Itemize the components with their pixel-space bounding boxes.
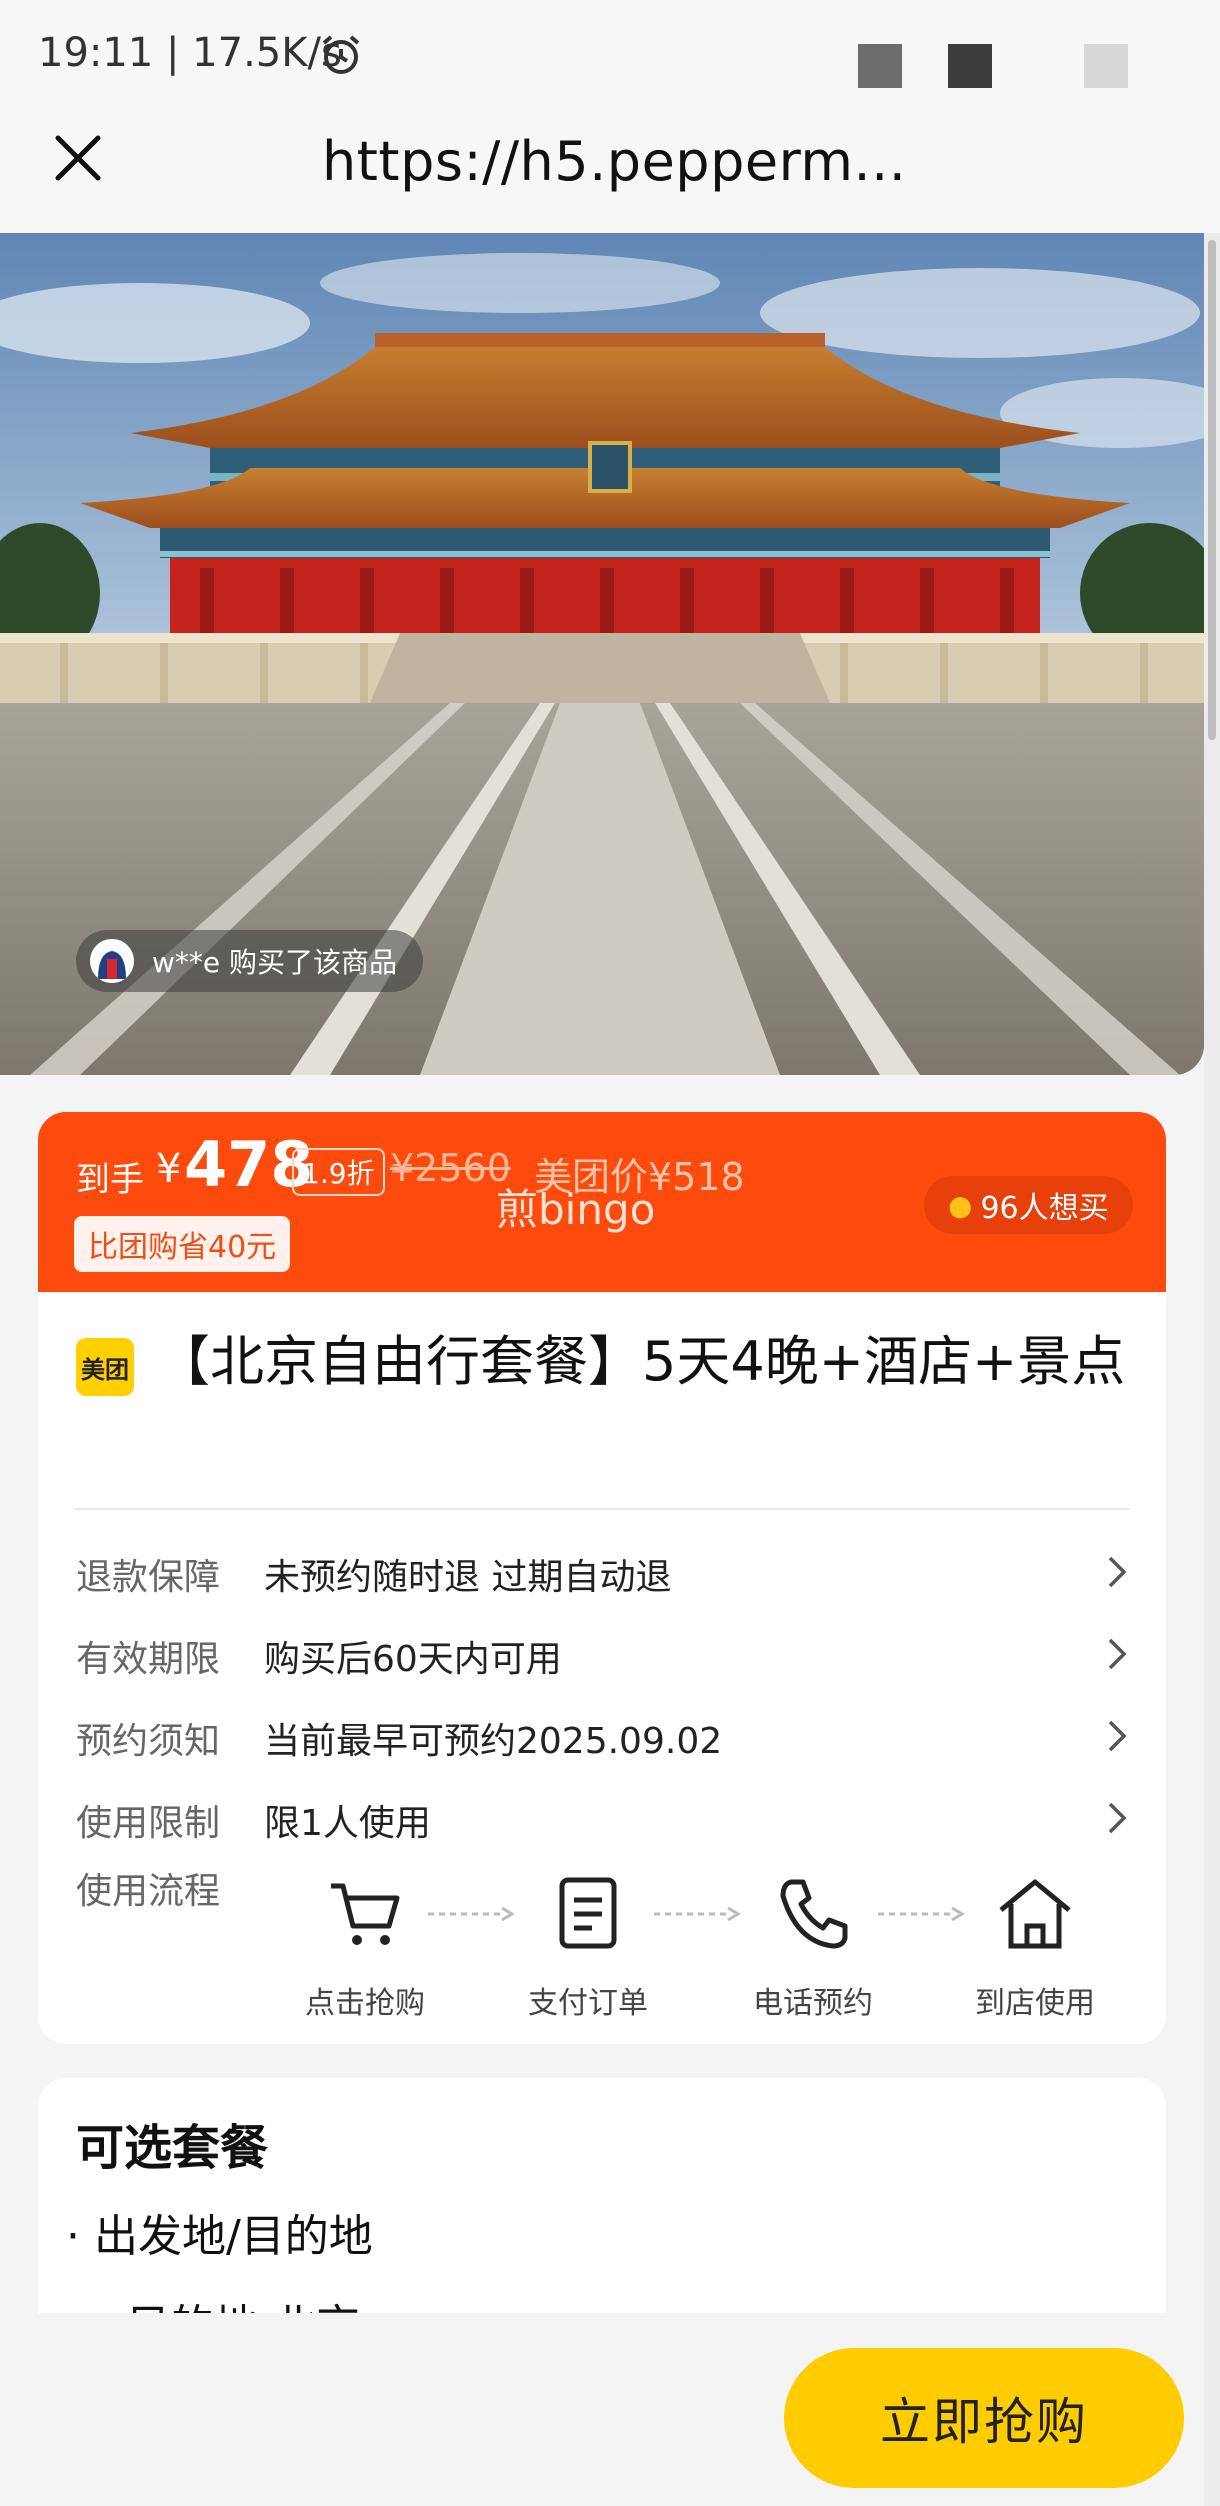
- info-row-refund[interactable]: 退款保障 未预约随时退 过期自动退: [76, 1542, 1136, 1602]
- want-count: 96人想买: [980, 1191, 1109, 1226]
- status-icon-2: [948, 44, 992, 88]
- step-buy: 点击抢购: [280, 1872, 450, 2022]
- want-count-badge: ● 96人想买: [924, 1176, 1133, 1234]
- buyer-text: w**e 购买了该商品: [152, 946, 398, 979]
- scrollbar-thumb[interactable]: [1208, 240, 1216, 740]
- dashed-arrow-icon: [428, 1906, 514, 1922]
- package-item-origin[interactable]: · 出发地/目的地: [66, 2200, 373, 2264]
- phone-icon: [780, 1879, 848, 1949]
- info-row-validity[interactable]: 有效期限 购买后60天内可用: [76, 1624, 1136, 1684]
- original-price: ¥2560: [390, 1146, 511, 1190]
- browser-nav-bar: https://h5.pepperm...: [0, 110, 1220, 233]
- product-info-card: 美团 【北京自由行套餐】5天4晚+酒店+景点 退款保障 未预约随时退 过期自动退…: [38, 1292, 1166, 2044]
- watermark: 煎bingo: [496, 1185, 656, 1234]
- info-row-booking[interactable]: 预约须知 当前最早可预约2025.09.02: [76, 1706, 1136, 1766]
- discount-badge: 1.9折: [292, 1148, 385, 1196]
- price-banner: 到手 ¥ 478 1.9折 ¥2560 美团价¥518 煎bingo 比团购省4…: [38, 1112, 1166, 1292]
- info-row-value: 当前最早可预约2025.09.02: [264, 1721, 723, 1762]
- chevron-right-icon: [1108, 1802, 1127, 1834]
- info-row-value: 未预约随时退 过期自动退: [264, 1557, 672, 1598]
- chevron-right-icon: [1108, 1638, 1127, 1670]
- close-icon[interactable]: [50, 130, 106, 186]
- divider: [74, 1508, 1130, 1510]
- info-row-value: 限1人使用: [264, 1803, 431, 1844]
- chevron-right-icon: [1108, 1556, 1127, 1588]
- flame-icon: ●: [948, 1188, 973, 1222]
- process-label: 使用流程: [76, 1871, 221, 1912]
- currency-symbol: ¥: [156, 1146, 182, 1192]
- step-label: 支付订单: [528, 1986, 648, 2021]
- info-row-key: 退款保障: [76, 1557, 221, 1598]
- buyer-avatar: [90, 939, 134, 983]
- step-label: 电话预约: [753, 1986, 873, 2021]
- recent-buyer-pill: w**e 购买了该商品: [76, 930, 424, 992]
- step-pay: 支付订单: [503, 1872, 673, 2022]
- product-title: 【北京自由行套餐】5天4晚+酒店+景点: [156, 1330, 1126, 1393]
- final-price-label: 到手: [76, 1160, 144, 1200]
- status-bar: 19:11 | 17.5K/s: [0, 0, 1220, 110]
- info-row-value: 购买后60天内可用: [264, 1639, 562, 1680]
- step-call: 电话预约: [728, 1872, 898, 2022]
- page-url: https://h5.pepperm...: [322, 130, 907, 193]
- step-label: 点击抢购: [305, 1986, 425, 2021]
- info-row-key: 预约须知: [76, 1721, 221, 1762]
- alarm-icon: [322, 35, 360, 74]
- document-icon: [559, 1877, 617, 1949]
- step-label: 到店使用: [975, 1986, 1095, 2021]
- package-section-title: 可选套餐: [76, 2120, 269, 2176]
- home-icon: [999, 1879, 1071, 1949]
- info-row-limit[interactable]: 使用限制 限1人使用: [76, 1788, 1136, 1848]
- status-icon-3: [1084, 44, 1128, 88]
- step-visit: 到店使用: [950, 1872, 1120, 2022]
- info-row-key: 使用限制: [76, 1803, 221, 1844]
- status-icon-1: [858, 44, 902, 88]
- cart-icon: [331, 1883, 400, 1945]
- status-time: 19:11 | 17.5K/s: [38, 30, 342, 76]
- chevron-right-icon: [1108, 1720, 1127, 1752]
- info-row-key: 有效期限: [76, 1639, 221, 1680]
- savings-badge: 比团购省40元: [74, 1216, 291, 1272]
- buy-now-button[interactable]: 立即抢购: [784, 2348, 1184, 2488]
